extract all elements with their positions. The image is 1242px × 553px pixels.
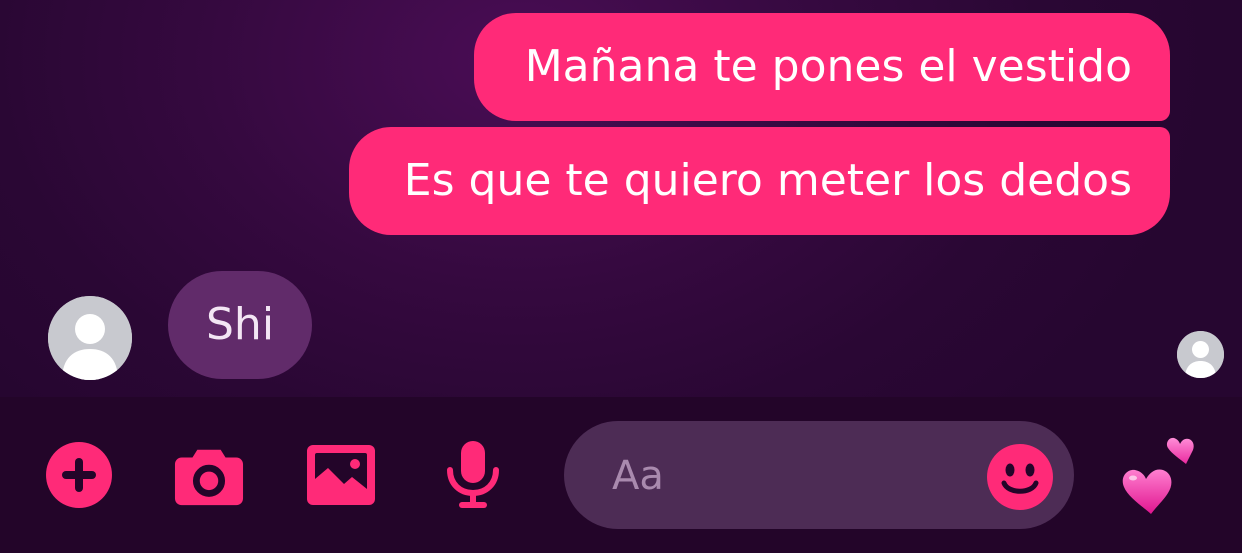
default-avatar-icon: [1177, 331, 1224, 378]
voice-message-button[interactable]: [438, 440, 508, 510]
read-receipt-avatar: [1177, 331, 1224, 378]
smiley-icon: [987, 444, 1053, 510]
outgoing-message[interactable]: Es que te quiero meter los dedos: [349, 127, 1170, 235]
plus-circle-icon: [46, 442, 112, 508]
two-hearts-icon: [1122, 437, 1194, 514]
microphone-icon: [447, 441, 499, 508]
gallery-button[interactable]: [306, 440, 376, 510]
add-button[interactable]: [44, 440, 114, 510]
incoming-message[interactable]: Shi: [168, 271, 313, 379]
message-text: Mañana te pones el vestido: [524, 41, 1132, 92]
default-avatar-icon: [48, 296, 132, 380]
chat-screen: Mañana te pones el vestido Es que te qui…: [0, 0, 1242, 553]
message-text: Shi: [206, 299, 275, 350]
emoji-button[interactable]: [987, 444, 1053, 510]
contact-avatar[interactable]: [48, 296, 132, 380]
outgoing-message[interactable]: Mañana te pones el vestido: [474, 13, 1170, 121]
message-text: Es que te quiero meter los dedos: [403, 155, 1132, 206]
quick-reaction-button[interactable]: [1118, 434, 1204, 520]
message-input[interactable]: [610, 421, 974, 531]
image-icon: [307, 445, 375, 505]
camera-button[interactable]: [174, 440, 244, 510]
camera-icon: [174, 449, 244, 506]
